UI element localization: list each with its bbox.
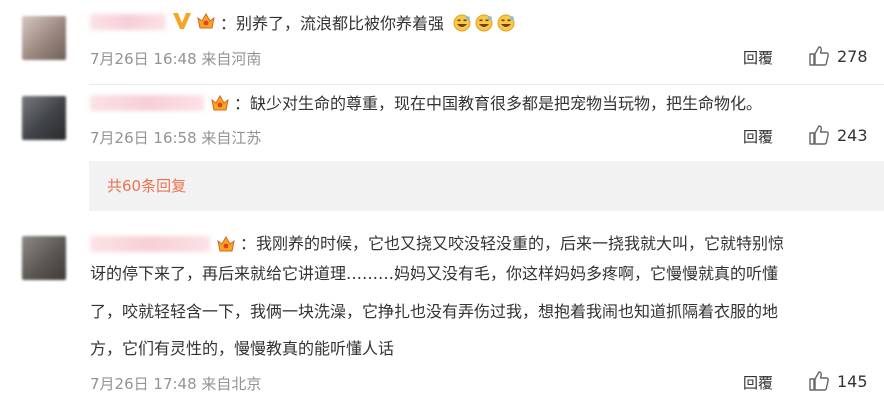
like-count: 243 bbox=[837, 126, 868, 145]
avatar[interactable] bbox=[22, 236, 66, 280]
like-count: 278 bbox=[837, 47, 868, 66]
more-replies-bar: 共60条回复 bbox=[89, 161, 884, 211]
comment-location: 来自江苏 bbox=[201, 129, 262, 147]
like-count: 145 bbox=[837, 372, 868, 391]
comment-date: 7月26日 17:48 bbox=[90, 375, 197, 393]
divider bbox=[89, 84, 884, 85]
comment-meta: 7月26日 16:58 来自江苏 bbox=[90, 127, 261, 148]
comment-text: ：缺少对生命的尊重，现在中国教育很多都是把宠物当玩物，把生命物化。 bbox=[234, 94, 763, 113]
crown-icon bbox=[211, 94, 229, 111]
comment-text-line: 方，它们有灵性的，慢慢教真的能听懂人话 bbox=[90, 339, 395, 358]
comment-meta: 7月26日 17:48 来自北京 bbox=[90, 373, 261, 394]
comment-location: 来自河南 bbox=[201, 50, 262, 68]
crown-icon bbox=[217, 235, 235, 252]
reply-button[interactable]: 回覆 bbox=[743, 126, 773, 147]
grin-sweat-icon bbox=[453, 14, 471, 32]
username[interactable] bbox=[90, 95, 204, 111]
comment-body: ：别养了，流浪都比被你养着强 bbox=[220, 14, 445, 33]
username[interactable] bbox=[90, 14, 166, 30]
crown-icon bbox=[197, 12, 215, 29]
avatar[interactable] bbox=[22, 16, 66, 60]
comment-text-line: 了，咬就轻轻含一下，我俩一块洗澡，它挣扎也没有弄伤过我，想抱着我闹也知道抓隔着衣… bbox=[90, 302, 779, 321]
grin-sweat-icon bbox=[497, 14, 515, 32]
comment-date: 7月26日 16:48 bbox=[90, 50, 197, 68]
reply-button[interactable]: 回覆 bbox=[743, 47, 773, 68]
comment-meta: 7月26日 16:48 来自河南 bbox=[90, 48, 261, 69]
comment-date: 7月26日 16:58 bbox=[90, 129, 197, 147]
comment-location: 来自北京 bbox=[201, 375, 262, 393]
like-icon[interactable] bbox=[808, 45, 830, 67]
avatar[interactable] bbox=[22, 96, 66, 140]
grin-sweat-icon bbox=[475, 14, 493, 32]
like-icon[interactable] bbox=[808, 124, 830, 146]
like-icon[interactable] bbox=[808, 370, 830, 392]
comment-text: ：别养了，流浪都比被你养着强 bbox=[220, 10, 515, 38]
comment-text-line: 讶的停下来了，再后来就给它讲道理………妈妈又没有毛，你这样妈妈多疼啊，它慢慢就真… bbox=[90, 264, 779, 283]
comment-text-line: ：我刚养的时候，它也又挠又咬没轻没重的，后来一挠我就大叫，它就特别惊 bbox=[240, 234, 785, 253]
more-replies-link[interactable]: 共60条回复 bbox=[107, 175, 186, 196]
username[interactable] bbox=[90, 236, 210, 252]
reply-button[interactable]: 回覆 bbox=[743, 372, 773, 393]
vip-badge-icon bbox=[173, 13, 191, 29]
